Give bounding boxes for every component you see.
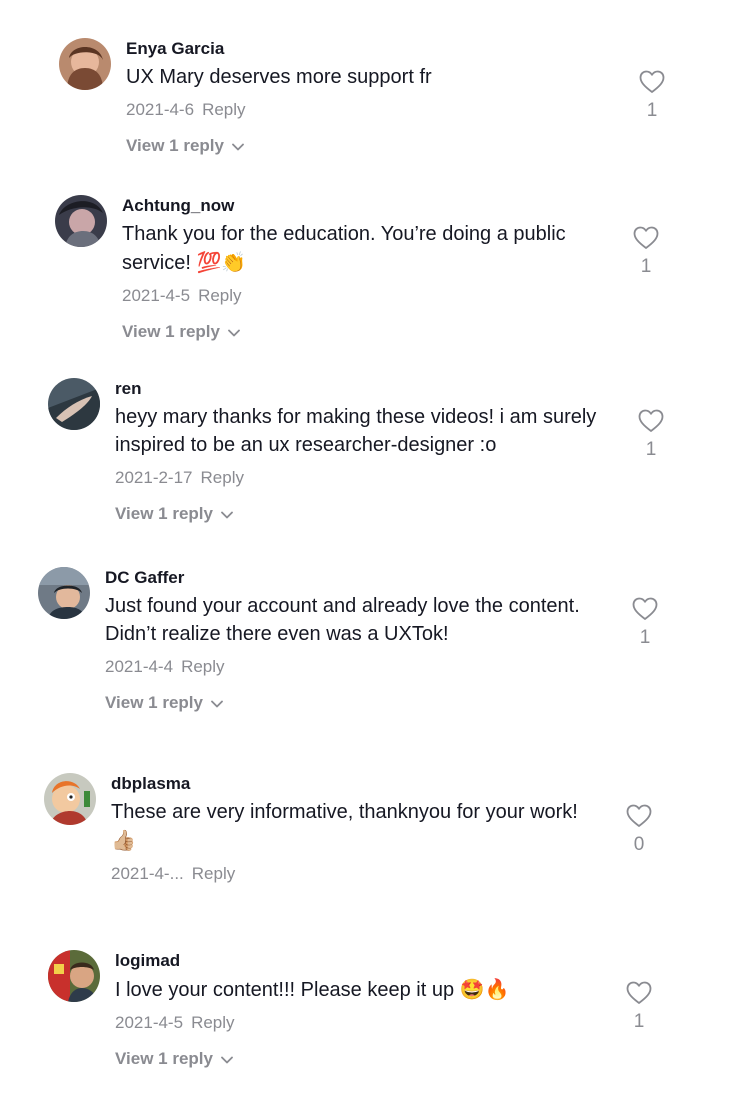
like-button[interactable]: 1 [622,981,656,1033]
view-replies-label: View 1 reply [105,693,203,712]
heart-outline-icon [638,409,664,432]
comment-body: logimad I love your content!!! Please ke… [115,950,605,1070]
view-replies-button[interactable]: View 1 reply [115,503,233,525]
comment-username[interactable]: Achtung_now [122,195,612,217]
comment-text: Thank you for the education. You’re doin… [122,220,612,277]
comment-text-content: I love your content!!! Please keep it up [115,979,460,1001]
like-count: 1 [645,439,657,460]
comment-text-content: These are very informative, thanknyou fo… [111,801,578,823]
reply-button[interactable]: Reply [202,100,245,119]
comment-body: dbplasma These are very informative, tha… [111,773,601,885]
comment-meta: 2021-2-17 Reply [115,467,605,489]
view-replies-label: View 1 reply [126,136,224,155]
comment-username[interactable]: Enya Garcia [126,38,616,60]
avatar[interactable] [48,378,100,430]
reply-button[interactable]: Reply [198,286,241,305]
heart-outline-icon [633,226,659,249]
comment-text: heyy mary thanks for making these videos… [115,406,597,456]
comment-username[interactable]: ren [115,378,605,400]
comment-date: 2021-4-6 [126,100,195,119]
view-replies-label: View 1 reply [122,322,220,341]
comment-username[interactable]: logimad [115,950,605,972]
comment-date: 2021-4-5 [115,1013,184,1032]
comment-text-content: Thank you for the education. You’re doin… [122,223,566,274]
avatar[interactable] [38,567,90,619]
comment-text: UX Mary deserves more support fr [126,66,432,88]
reply-button[interactable]: Reply [191,1013,234,1032]
like-count: 1 [633,1011,645,1032]
reply-button[interactable]: Reply [192,864,235,883]
like-button[interactable]: 1 [635,70,669,122]
comment-text: Just found your account and already love… [105,595,580,645]
comment-meta: 2021-4-5 Reply [115,1012,605,1034]
heart-outline-icon [626,804,652,827]
comment-body: Enya Garcia UX Mary deserves more suppor… [126,38,616,157]
avatar[interactable] [48,950,100,1002]
emoji: 👍🏼 [111,828,136,852]
chevron-down-icon [221,1048,233,1070]
view-replies-button[interactable]: View 1 reply [105,692,223,714]
comment-meta: 2021-4-6 Reply [126,99,616,121]
like-button[interactable]: 1 [634,409,668,461]
comment-meta: 2021-4-... Reply [111,863,601,885]
comment-date: 2021-4-5 [122,286,191,305]
like-button[interactable]: 0 [622,804,656,856]
view-replies-label: View 1 reply [115,504,213,523]
avatar[interactable] [55,195,107,247]
comment-date: 2021-4-4 [105,657,174,676]
chevron-down-icon [232,135,244,157]
comment-meta: 2021-4-5 Reply [122,285,612,307]
heart-outline-icon [632,597,658,620]
comment-date: 2021-4-... [111,864,184,883]
like-count: 1 [639,627,651,648]
comment-body: ren heyy mary thanks for making these vi… [115,378,605,525]
heart-outline-icon [626,981,652,1004]
like-button[interactable]: 1 [628,597,662,649]
view-replies-button[interactable]: View 1 reply [115,1048,233,1070]
comment-username[interactable]: dbplasma [111,773,601,795]
emoji: 🤩🔥 [459,977,510,1001]
comment-text: These are very informative, thanknyou fo… [111,798,601,855]
comment-body: DC Gaffer Just found your account and al… [105,567,595,714]
comment-username[interactable]: DC Gaffer [105,567,595,589]
avatar[interactable] [44,773,96,825]
like-count: 0 [633,834,645,855]
view-replies-label: View 1 reply [115,1049,213,1068]
emoji: 💯👏 [196,250,247,274]
like-button[interactable]: 1 [629,226,663,278]
chevron-down-icon [211,692,223,714]
like-count: 1 [646,100,658,121]
chevron-down-icon [228,321,240,343]
reply-button[interactable]: Reply [201,468,244,487]
view-replies-button[interactable]: View 1 reply [122,321,240,343]
comment-text: I love your content!!! Please keep it up… [115,975,605,1004]
chevron-down-icon [221,503,233,525]
reply-button[interactable]: Reply [181,657,224,676]
avatar[interactable] [59,38,111,90]
comment-meta: 2021-4-4 Reply [105,656,595,678]
like-count: 1 [640,256,652,277]
heart-outline-icon [639,70,665,93]
comment-body: Achtung_now Thank you for the education.… [122,195,612,343]
comment-date: 2021-2-17 [115,468,193,487]
view-replies-button[interactable]: View 1 reply [126,135,244,157]
